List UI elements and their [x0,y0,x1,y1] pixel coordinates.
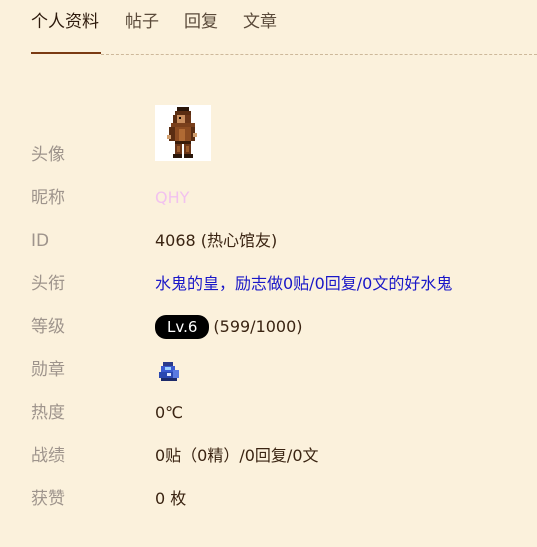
profile-info: 头像 昵称 QHY ID 4068 (热心馆友) 头衔 水鬼的皇，励志做0贴/0… [0,0,537,547]
avatar[interactable] [155,105,211,161]
pixel-character-avatar-icon [167,107,197,158]
blue-book-medal-icon[interactable] [157,360,181,384]
likes-value: 0 枚 [155,489,187,508]
heat-label: 热度 [31,403,65,423]
medal-label: 勋章 [31,360,65,380]
id-label: ID [31,231,50,251]
level-label: 等级 [31,317,65,337]
nickname-value: QHY [155,188,190,207]
title-label: 头衔 [31,274,65,294]
heat-value: 0℃ [155,403,184,422]
avatar-label: 头像 [31,145,65,165]
record-value: 0贴（0精）/0回复/0文 [155,446,319,465]
title-value: 水鬼的皇，励志做0贴/0回复/0文的好水鬼 [155,274,453,293]
level-value: Lv.6 (599/1000) [155,315,303,339]
nickname-label: 昵称 [31,188,65,208]
record-label: 战绩 [31,446,65,466]
likes-label: 获赞 [31,489,65,509]
level-exp: (599/1000) [213,317,303,336]
id-value: 4068 (热心馆友) [155,231,278,250]
level-badge: Lv.6 [155,315,210,339]
